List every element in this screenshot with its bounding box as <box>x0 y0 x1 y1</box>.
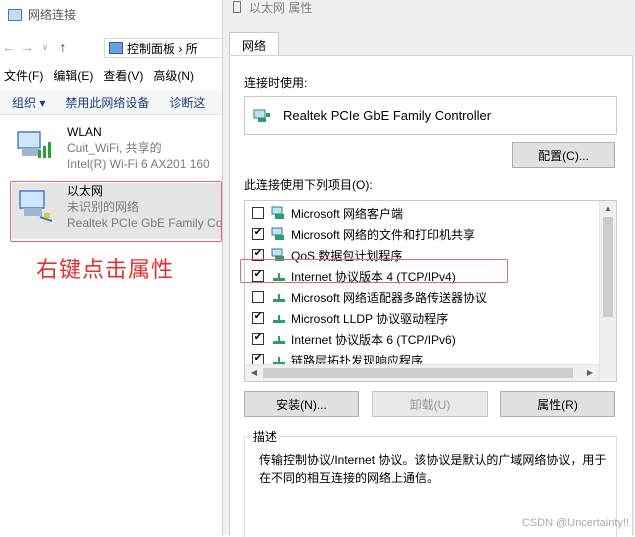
adapter-name: Realtek PCIe GbE Family Controller <box>283 108 492 123</box>
item-label: Microsoft 网络客户端 <box>291 206 404 221</box>
tab-network[interactable]: 网络 <box>229 32 279 57</box>
horizontal-scrollbar[interactable]: ◀ ▶ <box>245 364 599 381</box>
item-checkbox[interactable] <box>252 333 264 345</box>
properties-button[interactable]: 属性(R) <box>500 391 615 417</box>
item-checkbox[interactable] <box>252 291 264 303</box>
network-adapter-icon <box>253 109 270 122</box>
scroll-corner <box>600 365 616 381</box>
items-label: 此连接使用下列项目(O): <box>244 178 373 192</box>
wlan-device: Intel(R) Wi-Fi 6 AX201 160 <box>67 157 210 171</box>
uninstall-button[interactable]: 卸载(U) <box>372 391 488 417</box>
bg-menubar: 文件(F) 编辑(E) 查看(V) 高级(N) <box>0 66 222 86</box>
address-bar[interactable]: 控制面板 › 所 <box>104 38 222 58</box>
forward-arrow-icon[interactable]: → <box>18 39 36 55</box>
protocol-icon <box>273 294 285 302</box>
menu-file[interactable]: 文件(F) <box>0 66 49 86</box>
list-item[interactable]: Microsoft 网络客户端 <box>245 203 597 223</box>
menu-edit[interactable]: 编辑(E) <box>49 66 99 86</box>
control-panel-icon <box>109 42 123 54</box>
item-label: Microsoft LLDP 协议驱动程序 <box>291 311 449 326</box>
horizontal-scroll-thumb[interactable] <box>263 368 573 378</box>
watermark: CSDN @Uncertainty!! <box>521 517 629 529</box>
network-folder-icon <box>8 8 22 21</box>
ethernet-plug-icon <box>233 1 241 13</box>
item-label: Microsoft 网络的文件和打印机共享 <box>291 227 476 242</box>
description-text: 传输控制协议/Internet 协议。该协议是默认的广域网络协议，用于在不同的相… <box>259 453 607 485</box>
scroll-up-icon[interactable]: ▲ <box>600 202 616 216</box>
vertical-scroll-thumb[interactable] <box>603 217 613 317</box>
list-item[interactable]: Microsoft LLDP 协议驱动程序 <box>245 308 597 328</box>
protocol-icon <box>273 315 285 323</box>
items-list[interactable]: Microsoft 网络客户端 Microsoft 网络的文件和打印机共享 Qo… <box>244 200 617 382</box>
organize-button[interactable]: 组织 ▾ <box>0 94 53 111</box>
network-client-icon <box>271 206 284 219</box>
back-arrow-icon[interactable]: ← <box>0 39 18 55</box>
file-share-icon <box>271 227 284 240</box>
bg-command-bar: 组织 ▾ 禁用此网络设备 诊断这 <box>0 90 222 115</box>
dialog-title: 以太网 属性 <box>249 0 313 15</box>
bg-window-title-text: 网络连接 <box>28 8 77 22</box>
item-checkbox[interactable] <box>252 228 264 240</box>
disable-device-button[interactable]: 禁用此网络设备 <box>53 94 157 111</box>
scroll-left-icon[interactable]: ◀ <box>247 365 261 381</box>
install-button[interactable]: 安装(N)... <box>244 391 359 417</box>
connect-using-label: 连接时使用: <box>244 76 308 90</box>
adapter-wlan[interactable]: WLAN Cuit_WiFi, 共享的 Intel(R) Wi-Fi 6 AX2… <box>12 124 222 180</box>
network-tab-panel: 连接时使用: Realtek PCIe GbE Family Controlle… <box>229 55 633 537</box>
configure-button[interactable]: 配置(C)... <box>512 142 615 168</box>
ethernet-highlight-box <box>10 181 222 242</box>
menu-view[interactable]: 查看(V) <box>99 66 149 86</box>
item-checkbox[interactable] <box>252 312 264 324</box>
dialog-titlebar: 以太网 属性 <box>233 0 313 15</box>
scroll-right-icon[interactable]: ▶ <box>583 365 597 381</box>
wireless-adapter-icon <box>17 131 51 158</box>
address-text: 控制面板 › 所 <box>127 41 198 56</box>
adapter-field: Realtek PCIe GbE Family Controller <box>244 96 617 135</box>
protocol-icon <box>273 336 285 344</box>
item-label: Microsoft 网络适配器多路传送器协议 <box>291 290 488 305</box>
recent-dropdown-icon[interactable]: ∨ <box>36 42 54 53</box>
network-connections-window: 网络连接 ← → ∨ ↑ 控制面板 › 所 文件(F) 编辑(E) 查看(V) … <box>0 0 222 535</box>
wlan-status: Cuit_WiFi, 共享的 <box>67 141 162 155</box>
annotation-text: 右键点击属性 <box>36 258 175 283</box>
description-legend: 描述 <box>251 428 280 445</box>
menu-advanced[interactable]: 高级(N) <box>149 66 200 86</box>
wlan-name: WLAN <box>67 125 102 139</box>
up-arrow-icon[interactable]: ↑ <box>54 39 72 55</box>
item-label: Internet 协议版本 6 (TCP/IPv6) <box>291 332 456 347</box>
list-item[interactable]: Internet 协议版本 6 (TCP/IPv6) <box>245 329 597 349</box>
bg-window-title: 网络连接 <box>8 6 76 23</box>
list-item[interactable]: Microsoft 网络的文件和打印机共享 <box>245 224 597 244</box>
item-checkbox[interactable] <box>252 207 264 219</box>
ipv4-highlight-box <box>240 259 508 283</box>
list-item[interactable]: Microsoft 网络适配器多路传送器协议 <box>245 287 597 307</box>
vertical-scrollbar[interactable]: ▲ ▼ <box>599 201 616 381</box>
diagnose-button[interactable]: 诊断这 <box>157 94 213 111</box>
